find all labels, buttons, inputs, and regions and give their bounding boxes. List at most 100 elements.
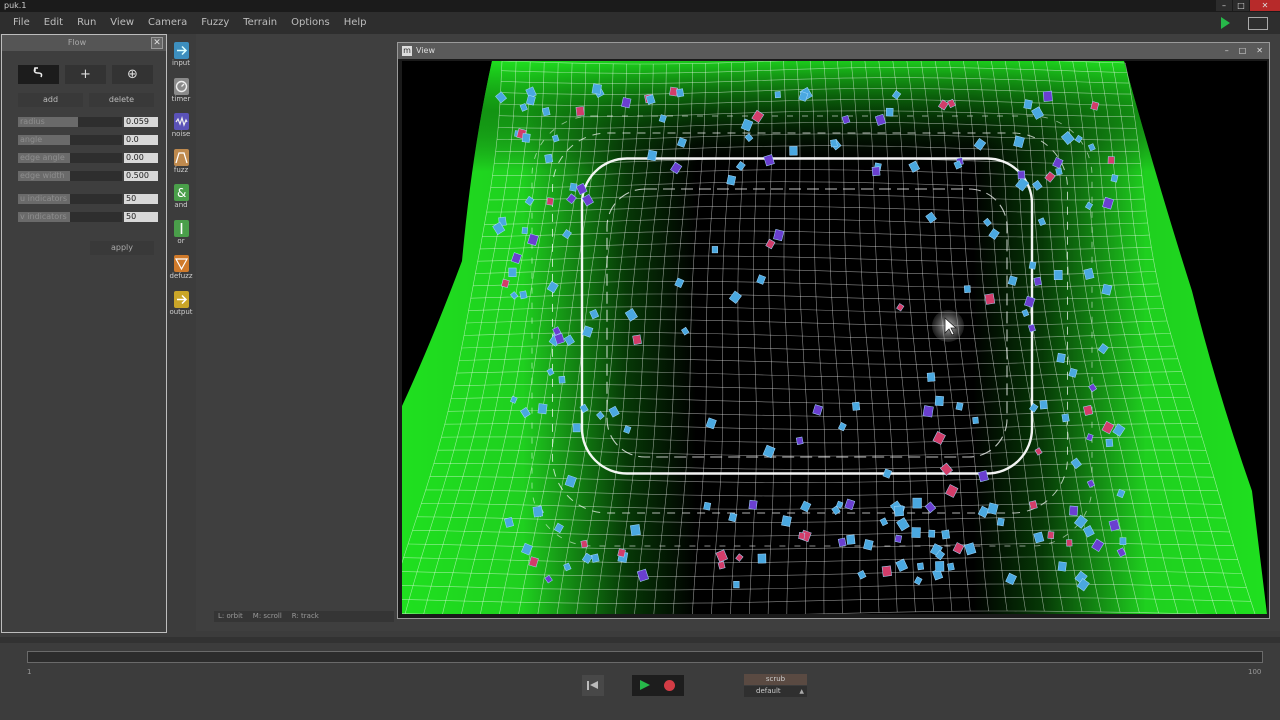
flow-panel: Flow ✕ + ⊕ add delete radius 0.059 angle… bbox=[1, 34, 167, 633]
menu-help[interactable]: Help bbox=[344, 12, 367, 34]
agent-marker bbox=[984, 293, 996, 305]
menu-terrain[interactable]: Terrain bbox=[243, 12, 277, 34]
u-indicators-slider[interactable]: u indicators 50 bbox=[18, 194, 158, 204]
toolbar-output[interactable]: output bbox=[168, 290, 194, 325]
agent-marker bbox=[676, 88, 685, 98]
angle-slider[interactable]: angle 0.0 bbox=[18, 135, 158, 145]
menu-fuzzy[interactable]: Fuzzy bbox=[201, 12, 229, 34]
slider-label: edge width bbox=[20, 171, 65, 180]
view-title-bar[interactable]: m View – □ ✕ bbox=[398, 43, 1269, 59]
delete-button[interactable]: delete bbox=[89, 93, 154, 107]
curve-tool-icon[interactable] bbox=[18, 65, 59, 84]
scrub-mode-button[interactable]: scrub bbox=[744, 674, 807, 685]
plus-tool-icon[interactable]: + bbox=[65, 65, 106, 84]
menu-run[interactable]: Run bbox=[77, 12, 96, 34]
minimize-icon[interactable]: – bbox=[1216, 0, 1232, 11]
slider-label: edge angle bbox=[20, 153, 65, 162]
restore-icon[interactable]: □ bbox=[1233, 0, 1249, 11]
slider-value[interactable]: 0.0 bbox=[124, 135, 158, 145]
agent-marker bbox=[726, 174, 737, 186]
toolbar-and[interactable]: & and bbox=[168, 184, 194, 218]
close-window-icon[interactable]: ✕ bbox=[1250, 0, 1280, 11]
play-icon[interactable] bbox=[640, 680, 650, 690]
timeline-track[interactable] bbox=[27, 651, 1263, 663]
crosshair-tool-icon[interactable]: ⊕ bbox=[112, 65, 153, 84]
toolbar-input[interactable]: input bbox=[168, 42, 194, 76]
fullscreen-icon[interactable] bbox=[1248, 17, 1268, 30]
navigation-hints: L: orbit M: scroll R: track bbox=[214, 611, 394, 622]
toolbar-or[interactable]: or bbox=[168, 219, 194, 254]
view-minimize-icon[interactable]: – bbox=[1225, 43, 1229, 59]
agent-marker bbox=[830, 139, 838, 148]
preset-select[interactable]: default ▲ bbox=[744, 686, 807, 697]
node-toolbar: input timer noise fuzz & and or defuzz o bbox=[168, 40, 194, 324]
agent-marker bbox=[748, 499, 758, 510]
agent-marker bbox=[881, 565, 892, 577]
agent-marker bbox=[912, 497, 922, 509]
menu-view[interactable]: View bbox=[110, 12, 134, 34]
menu-edit[interactable]: Edit bbox=[44, 12, 63, 34]
slider-value[interactable]: 0.00 bbox=[124, 153, 158, 163]
toolbar-noise[interactable]: noise bbox=[168, 113, 194, 147]
agent-marker bbox=[1119, 537, 1127, 545]
toolbar-label: input bbox=[171, 59, 190, 67]
rewind-button[interactable] bbox=[582, 675, 604, 696]
slider-value[interactable]: 0.059 bbox=[124, 117, 158, 127]
agent-marker bbox=[1028, 261, 1037, 270]
agent-marker bbox=[846, 534, 856, 545]
agent-marker bbox=[617, 548, 626, 558]
agent-marker bbox=[558, 375, 566, 384]
agent-marker bbox=[541, 107, 551, 117]
apply-button[interactable]: apply bbox=[90, 241, 154, 255]
terrain-scene[interactable] bbox=[402, 61, 1267, 614]
app-window: puk.1 – □ ✕ File Edit Run View Camera Fu… bbox=[0, 0, 1280, 720]
toolbar-defuzz[interactable]: defuzz bbox=[168, 255, 194, 289]
toolbar-label: noise bbox=[171, 130, 191, 138]
view-close-icon[interactable]: ✕ bbox=[1256, 43, 1263, 59]
slider-value[interactable]: 0.500 bbox=[124, 171, 158, 181]
menu-file[interactable]: File bbox=[13, 12, 30, 34]
flow-panel-header: Flow ✕ bbox=[2, 35, 166, 51]
3d-viewport[interactable] bbox=[402, 61, 1267, 614]
v-indicators-slider[interactable]: v indicators 50 bbox=[18, 212, 158, 222]
agent-marker bbox=[928, 529, 936, 538]
agent-marker bbox=[733, 581, 740, 589]
slider-label: u indicators bbox=[20, 194, 67, 203]
toolbar-fuzz[interactable]: fuzz bbox=[168, 148, 194, 183]
agent-marker bbox=[851, 401, 861, 411]
agent-marker bbox=[572, 423, 581, 433]
toolbar-label: or bbox=[177, 236, 185, 245]
slider-value[interactable]: 50 bbox=[124, 194, 158, 204]
agent-marker bbox=[1057, 561, 1067, 572]
agent-marker bbox=[1061, 413, 1070, 423]
view-maximize-icon[interactable]: □ bbox=[1239, 43, 1247, 59]
toolbar-timer[interactable]: timer bbox=[168, 77, 194, 112]
app-logo-icon: m bbox=[402, 46, 412, 56]
window-controls: – □ ✕ bbox=[1215, 0, 1280, 12]
radius-slider[interactable]: radius 0.059 bbox=[18, 117, 158, 127]
horizontal-scrollbar[interactable] bbox=[0, 637, 1280, 643]
slider-label: radius bbox=[20, 117, 45, 126]
add-delete-row: add delete bbox=[18, 93, 154, 107]
flow-tools: + ⊕ bbox=[18, 65, 153, 84]
add-button[interactable]: add bbox=[18, 93, 83, 107]
view-window[interactable]: m View – □ ✕ bbox=[397, 42, 1270, 619]
close-icon[interactable]: ✕ bbox=[151, 37, 163, 49]
menu-camera[interactable]: Camera bbox=[148, 12, 187, 34]
agent-marker bbox=[894, 534, 903, 543]
agent-marker bbox=[922, 405, 934, 418]
rewind-triangle-icon bbox=[590, 681, 598, 689]
edge-width-slider[interactable]: edge width 0.500 bbox=[18, 171, 158, 181]
agent-marker bbox=[935, 561, 945, 572]
run-play-icon[interactable] bbox=[1221, 17, 1230, 29]
record-icon[interactable] bbox=[664, 680, 675, 691]
edge-angle-slider[interactable]: edge angle 0.00 bbox=[18, 153, 158, 163]
agent-marker bbox=[1066, 539, 1073, 547]
timer-clock-icon bbox=[173, 77, 189, 95]
agent-marker bbox=[955, 402, 964, 411]
agent-marker bbox=[837, 537, 847, 547]
slider-value[interactable]: 50 bbox=[124, 212, 158, 222]
agent-marker bbox=[575, 106, 585, 117]
agent-marker bbox=[546, 197, 554, 206]
menu-options[interactable]: Options bbox=[291, 12, 330, 34]
